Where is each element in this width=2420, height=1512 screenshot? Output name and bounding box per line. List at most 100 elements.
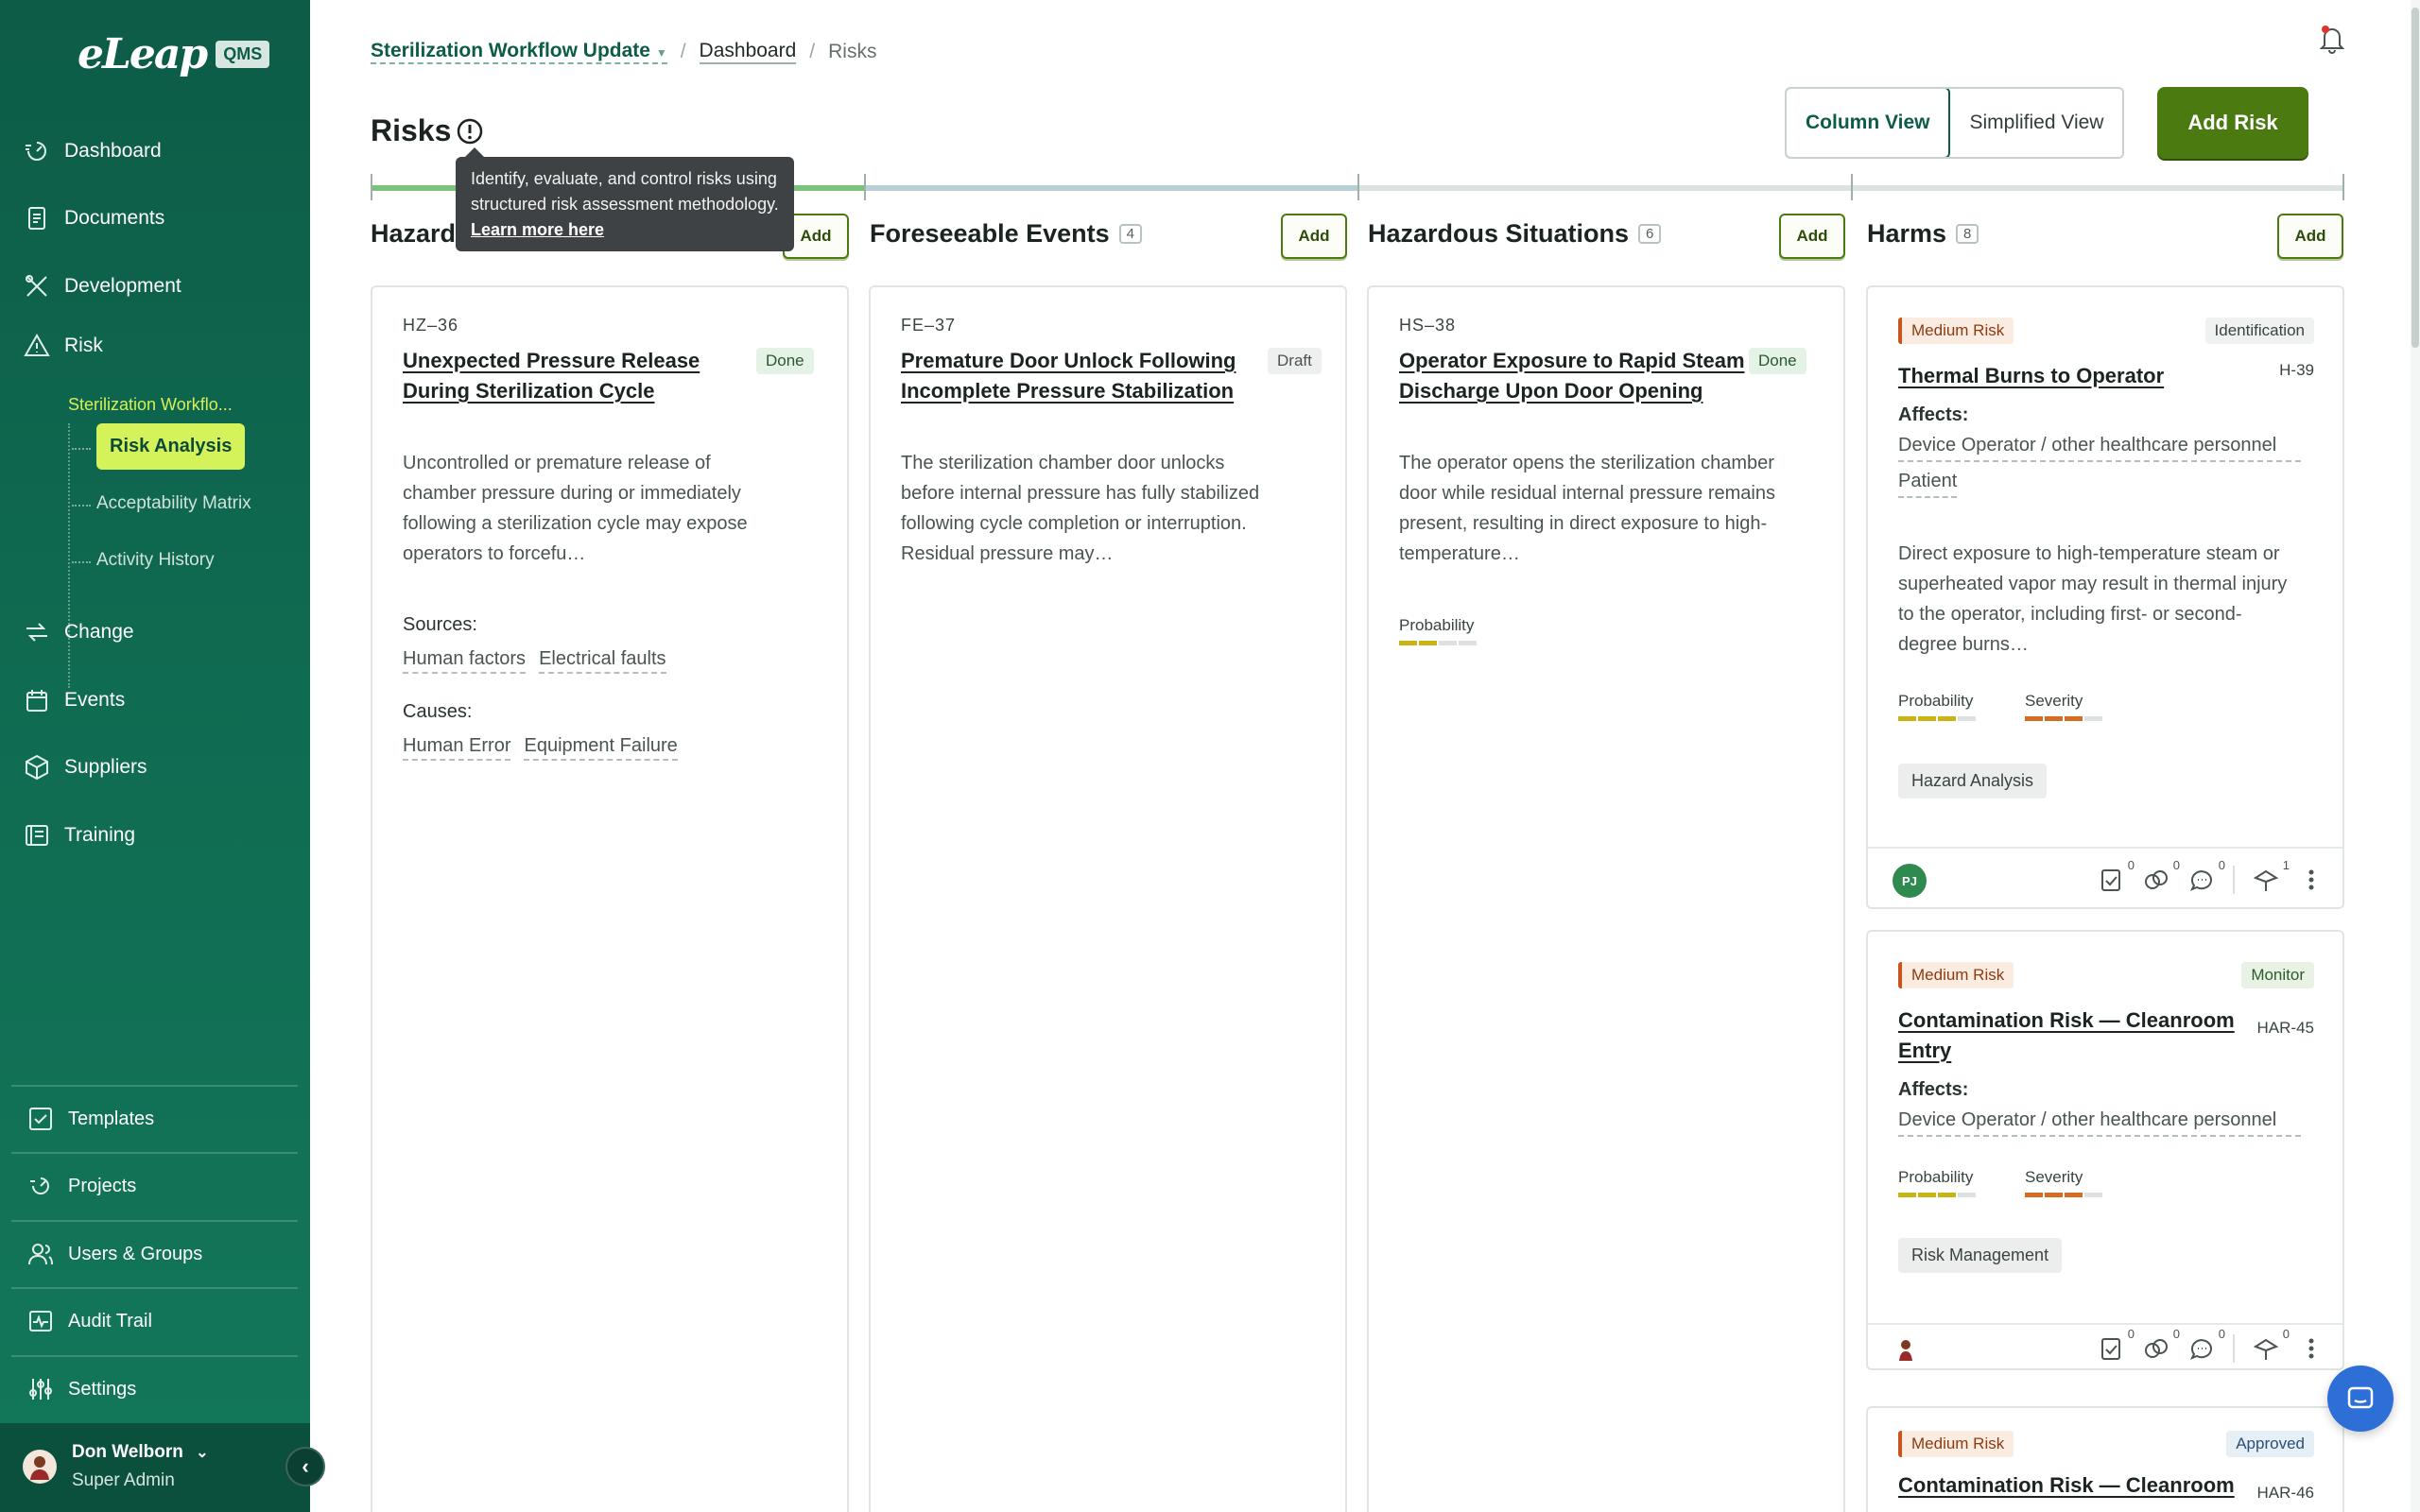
info-icon[interactable] [456, 117, 484, 146]
more-icon[interactable] [2297, 1334, 2325, 1363]
affected-party[interactable]: Device Operator / other healthcare perso… [1898, 1109, 2301, 1137]
situation-card[interactable]: HS–38 Operator Exposure to Rapid Steam D… [1367, 285, 1845, 1512]
meter-segment [1898, 1193, 1916, 1197]
chat-icon [2347, 1386, 2374, 1409]
comments-icon[interactable]: 0 [2187, 1327, 2225, 1363]
more-icon[interactable] [2297, 866, 2325, 894]
meter-segment [2045, 716, 2063, 721]
meter-segment [1419, 641, 1437, 645]
column-header-events: Foreseeable Events 4 [870, 219, 1142, 249]
cause-tag[interactable]: Human Error [403, 735, 511, 761]
nav-development[interactable]: Development [23, 272, 182, 301]
nav-projects[interactable]: Projects [11, 1152, 298, 1218]
nav-settings[interactable]: Settings [11, 1355, 298, 1421]
review-icon[interactable]: 0 [2252, 1327, 2290, 1363]
source-tag[interactable]: Electrical faults [539, 648, 666, 674]
card-title[interactable]: Operator Exposure to Rapid Steam Dischar… [1399, 346, 1758, 406]
breadcrumb-project[interactable]: Sterilization Workflow Update ▼ [371, 40, 667, 64]
meter-label: Probability [1898, 692, 1974, 710]
risk-level-badge: Medium Risk [1898, 1431, 2014, 1457]
nav-templates[interactable]: Templates [11, 1085, 298, 1151]
users-icon [26, 1240, 55, 1268]
card-actions: 0 0 0 1 [2097, 858, 2325, 894]
event-card[interactable]: FE–37 Premature Door Unlock Following In… [869, 285, 1347, 1512]
links-icon[interactable]: 0 [2142, 1327, 2180, 1363]
meter-segment [2084, 716, 2102, 721]
nav-risk[interactable]: Risk [23, 332, 103, 360]
dashboard-icon [23, 137, 51, 165]
scrollbar-thumb[interactable] [2411, 8, 2419, 348]
source-tag[interactable]: Human factors [403, 648, 527, 674]
subnav-acceptability-matrix[interactable]: Acceptability Matrix [96, 493, 251, 514]
column-view-button[interactable]: Column View [1787, 89, 1951, 157]
nav-label: Change [64, 621, 134, 643]
comments-count: 0 [2218, 858, 2225, 872]
avatar[interactable]: PJ [1893, 864, 1927, 898]
hazard-card[interactable]: HZ–36 Unexpected Pressure Release During… [371, 285, 849, 1512]
nav-audit-trail[interactable]: Audit Trail [11, 1287, 298, 1353]
user-menu[interactable]: Don Welborn ⌄ Super Admin [0, 1423, 310, 1512]
probability-bar [1898, 716, 1976, 721]
category-chip[interactable]: Hazard Analysis [1898, 764, 2048, 799]
suppliers-icon [23, 753, 51, 782]
nav-label: Templates [68, 1108, 155, 1129]
add-situation-button[interactable]: Add [1779, 214, 1845, 259]
comments-icon[interactable]: 0 [2187, 858, 2225, 894]
harm-card[interactable]: Medium Risk Approved Contamination Risk … [1866, 1406, 2344, 1512]
links-icon[interactable]: 0 [2142, 858, 2180, 894]
meter-segment [1399, 641, 1417, 645]
nav-change[interactable]: Change [23, 618, 134, 646]
add-risk-button[interactable]: Add Risk [2157, 87, 2308, 159]
card-title[interactable]: Unexpected Pressure Release During Steri… [403, 346, 752, 406]
view-toggle: Column View Simplified View [1785, 87, 2125, 159]
review-icon[interactable]: 1 [2252, 858, 2290, 894]
affected-party[interactable]: Patient [1898, 471, 1958, 498]
probability-bar [1898, 1193, 1976, 1197]
card-title[interactable]: Premature Door Unlock Following Incomple… [901, 346, 1270, 406]
learn-more-link[interactable]: Learn more here [471, 220, 604, 239]
card-title[interactable]: Contamination Risk — Cleanroom Entry [1898, 1005, 2248, 1066]
meter-segment [2025, 1193, 2043, 1197]
category-chip[interactable]: Risk Management [1898, 1238, 2063, 1273]
card-id: HAR-46 [2256, 1484, 2314, 1502]
severity-meter: Severity [2025, 1168, 2102, 1197]
card-title[interactable]: Thermal Burns to Operator [1898, 361, 2164, 391]
sidebar: eLeap QMS Dashboard Documents Developmen… [0, 0, 310, 1512]
nav-events[interactable]: Events [23, 686, 125, 714]
meter-segment [1439, 641, 1457, 645]
card-title[interactable]: Contamination Risk — Cleanroom [1898, 1470, 2248, 1501]
nav-users-groups[interactable]: Users & Groups [11, 1220, 298, 1286]
tasks-icon[interactable]: 0 [2097, 858, 2135, 894]
collapse-sidebar-button[interactable]: ‹ [285, 1447, 325, 1486]
nav-suppliers[interactable]: Suppliers [23, 753, 147, 782]
nav-documents[interactable]: Documents [23, 204, 164, 232]
harm-card[interactable]: Medium Risk Monitor Contamination Risk —… [1866, 930, 2344, 1370]
add-event-button[interactable]: Add [1281, 214, 1347, 259]
breadcrumb-dashboard[interactable]: Dashboard [699, 40, 797, 64]
affected-party[interactable]: Device Operator / other healthcare perso… [1898, 435, 2301, 462]
avatar[interactable] [1893, 1336, 1919, 1363]
subnav-risk-analysis[interactable]: Risk Analysis [96, 423, 246, 470]
nav-label: Risk [64, 335, 103, 356]
card-id: H-39 [2279, 361, 2314, 379]
chat-button[interactable] [2327, 1366, 2394, 1432]
sources-label: Sources: [403, 614, 477, 635]
harm-card[interactable]: Medium Risk Identification Thermal Burns… [1866, 285, 2344, 909]
column-count: 8 [1956, 224, 1979, 244]
app-logo[interactable]: eLeap QMS [78, 30, 270, 78]
breadcrumb-separator: / [680, 41, 686, 62]
simplified-view-button[interactable]: Simplified View [1950, 89, 2123, 157]
subnav-activity-history[interactable]: Activity History [96, 550, 215, 571]
tasks-icon[interactable]: 0 [2097, 1327, 2135, 1363]
nav-dashboard[interactable]: Dashboard [23, 137, 162, 165]
column-count: 4 [1118, 224, 1142, 244]
severity-bar [2025, 716, 2102, 721]
nav-training[interactable]: Training [23, 821, 135, 850]
development-icon [23, 272, 51, 301]
column-count: 6 [1638, 224, 1662, 244]
cause-tag[interactable]: Equipment Failure [524, 735, 678, 761]
notification-bell-icon[interactable] [2316, 23, 2348, 55]
subnav-project[interactable]: Sterilization Workflo... [68, 395, 233, 415]
links-count: 0 [2172, 858, 2180, 872]
add-harm-button[interactable]: Add [2277, 214, 2343, 259]
